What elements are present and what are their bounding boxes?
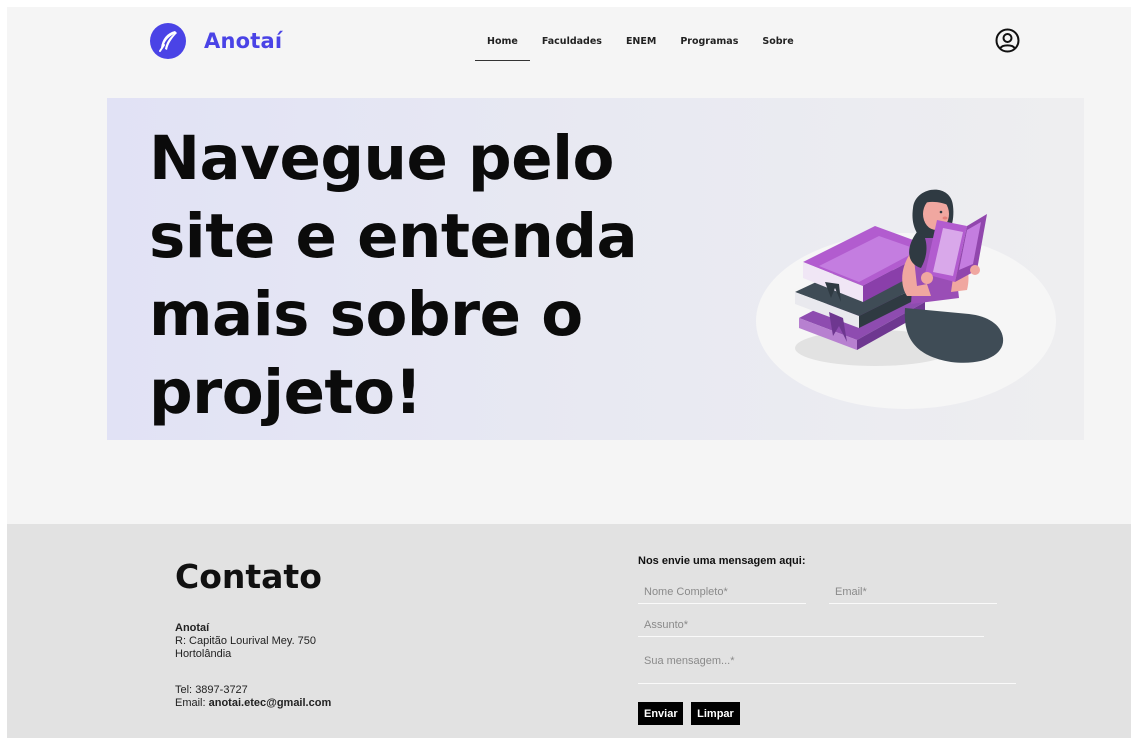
girl-reading-books-illustration	[755, 178, 1057, 415]
email-line: Email: anotai.etec@gmail.com	[175, 697, 331, 710]
nav-item-enem[interactable]: ENEM	[614, 33, 668, 61]
subject-field[interactable]	[638, 613, 984, 637]
org-name: Anotaí	[175, 622, 210, 634]
phone-value: 3897-3727	[195, 684, 248, 696]
nav-item-faculdades[interactable]: Faculdades	[530, 33, 614, 61]
nav-item-sobre[interactable]: Sobre	[750, 33, 805, 61]
email-label: Email:	[175, 697, 206, 709]
address-block: Anotaí R: Capitão Lourival Mey. 750 Hort…	[175, 622, 316, 661]
phone-line: Tel: 3897-3727	[175, 684, 331, 697]
nav-item-home[interactable]: Home	[475, 33, 530, 61]
footer: Contato Anotaí R: Capitão Lourival Mey. …	[7, 524, 1131, 738]
brand-name: Anotaí	[204, 29, 283, 53]
hero-banner: Navegue pelo site e entenda mais sobre o…	[107, 98, 1084, 440]
feather-icon	[150, 23, 186, 59]
hero-title: Navegue pelo site e entenda mais sobre o…	[149, 123, 638, 428]
message-field[interactable]	[638, 646, 1016, 684]
email-link[interactable]: anotai.etec@gmail.com	[209, 697, 332, 709]
email-field[interactable]	[829, 580, 997, 604]
address-line-1: R: Capitão Lourival Mey. 750	[175, 635, 317, 647]
clear-button[interactable]: Limpar	[691, 702, 740, 725]
page: Anotaí Home Faculdades ENEM Programas So…	[7, 7, 1131, 738]
main-nav: Home Faculdades ENEM Programas Sobre	[475, 33, 806, 61]
name-field[interactable]	[638, 580, 806, 604]
nav-item-programas[interactable]: Programas	[668, 33, 750, 61]
phone-label: Tel:	[175, 684, 193, 696]
send-button[interactable]: Enviar	[638, 702, 683, 725]
contact-info: Tel: 3897-3727 Email: anotai.etec@gmail.…	[175, 684, 331, 710]
user-circle-icon[interactable]	[995, 28, 1020, 53]
contact-title: Contato	[175, 557, 322, 596]
brand-logo[interactable]: Anotaí	[150, 23, 282, 59]
address-line-2: Hortolândia	[175, 648, 232, 660]
form-heading: Nos envie uma mensagem aqui:	[638, 555, 806, 567]
